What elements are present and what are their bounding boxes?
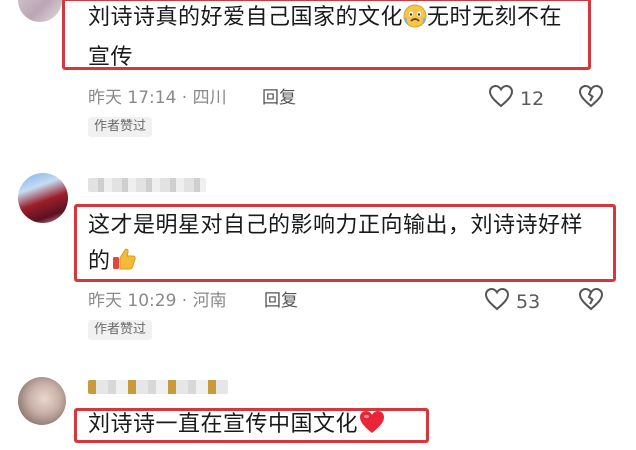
comment-text-line2: 的 <box>88 249 111 274</box>
comment-text: 刘诗诗真的好爱自己国家的文化 无时无刻不在 宣传 <box>88 0 588 76</box>
dislike-button[interactable] <box>578 287 604 315</box>
avatar[interactable] <box>18 173 68 223</box>
broken-heart-icon <box>578 84 604 112</box>
thumbs-up-icon <box>111 246 137 284</box>
reply-button[interactable]: 回复 <box>262 87 296 109</box>
comment-text-line1: 这才是明星对自己的影响力正向输出，刘诗诗好样 <box>88 213 584 238</box>
comment-text-line1: 刘诗诗真的好爱自己国家的文化 <box>88 5 404 30</box>
broken-heart-icon <box>578 287 604 315</box>
author-liked-badge: 作者赞过 <box>88 117 153 137</box>
comment-text: 这才是明星对自己的影响力正向输出，刘诗诗好样 的 <box>88 208 608 284</box>
like-button[interactable]: 12 <box>488 84 544 113</box>
comment-text: 刘诗诗一直在宣传中国文化 <box>88 407 428 447</box>
username-blurred <box>88 178 206 192</box>
avatar[interactable] <box>18 377 66 425</box>
red-heart-icon <box>358 409 386 447</box>
like-count: 12 <box>520 87 545 110</box>
like-count: 53 <box>516 290 541 313</box>
comment-text-line1: 刘诗诗一直在宣传中国文化 <box>88 412 359 437</box>
comment-text-line1-after: 无时无刻不在 <box>427 5 563 30</box>
comment-time-location: 昨天 17:14 · 四川 <box>88 88 227 108</box>
username-blurred <box>88 380 228 394</box>
comment-time-location: 昨天 10:29 · 河南 <box>88 291 227 311</box>
heart-outline-icon <box>488 84 514 113</box>
like-button[interactable]: 53 <box>484 287 540 316</box>
dislike-button[interactable] <box>578 84 604 112</box>
comment-text-line2: 宣传 <box>88 45 134 70</box>
heart-outline-icon <box>484 287 510 316</box>
reply-button[interactable]: 回复 <box>264 290 298 312</box>
fearful-face-icon <box>403 4 427 40</box>
author-liked-badge: 作者赞过 <box>88 320 153 340</box>
avatar[interactable] <box>18 0 62 22</box>
